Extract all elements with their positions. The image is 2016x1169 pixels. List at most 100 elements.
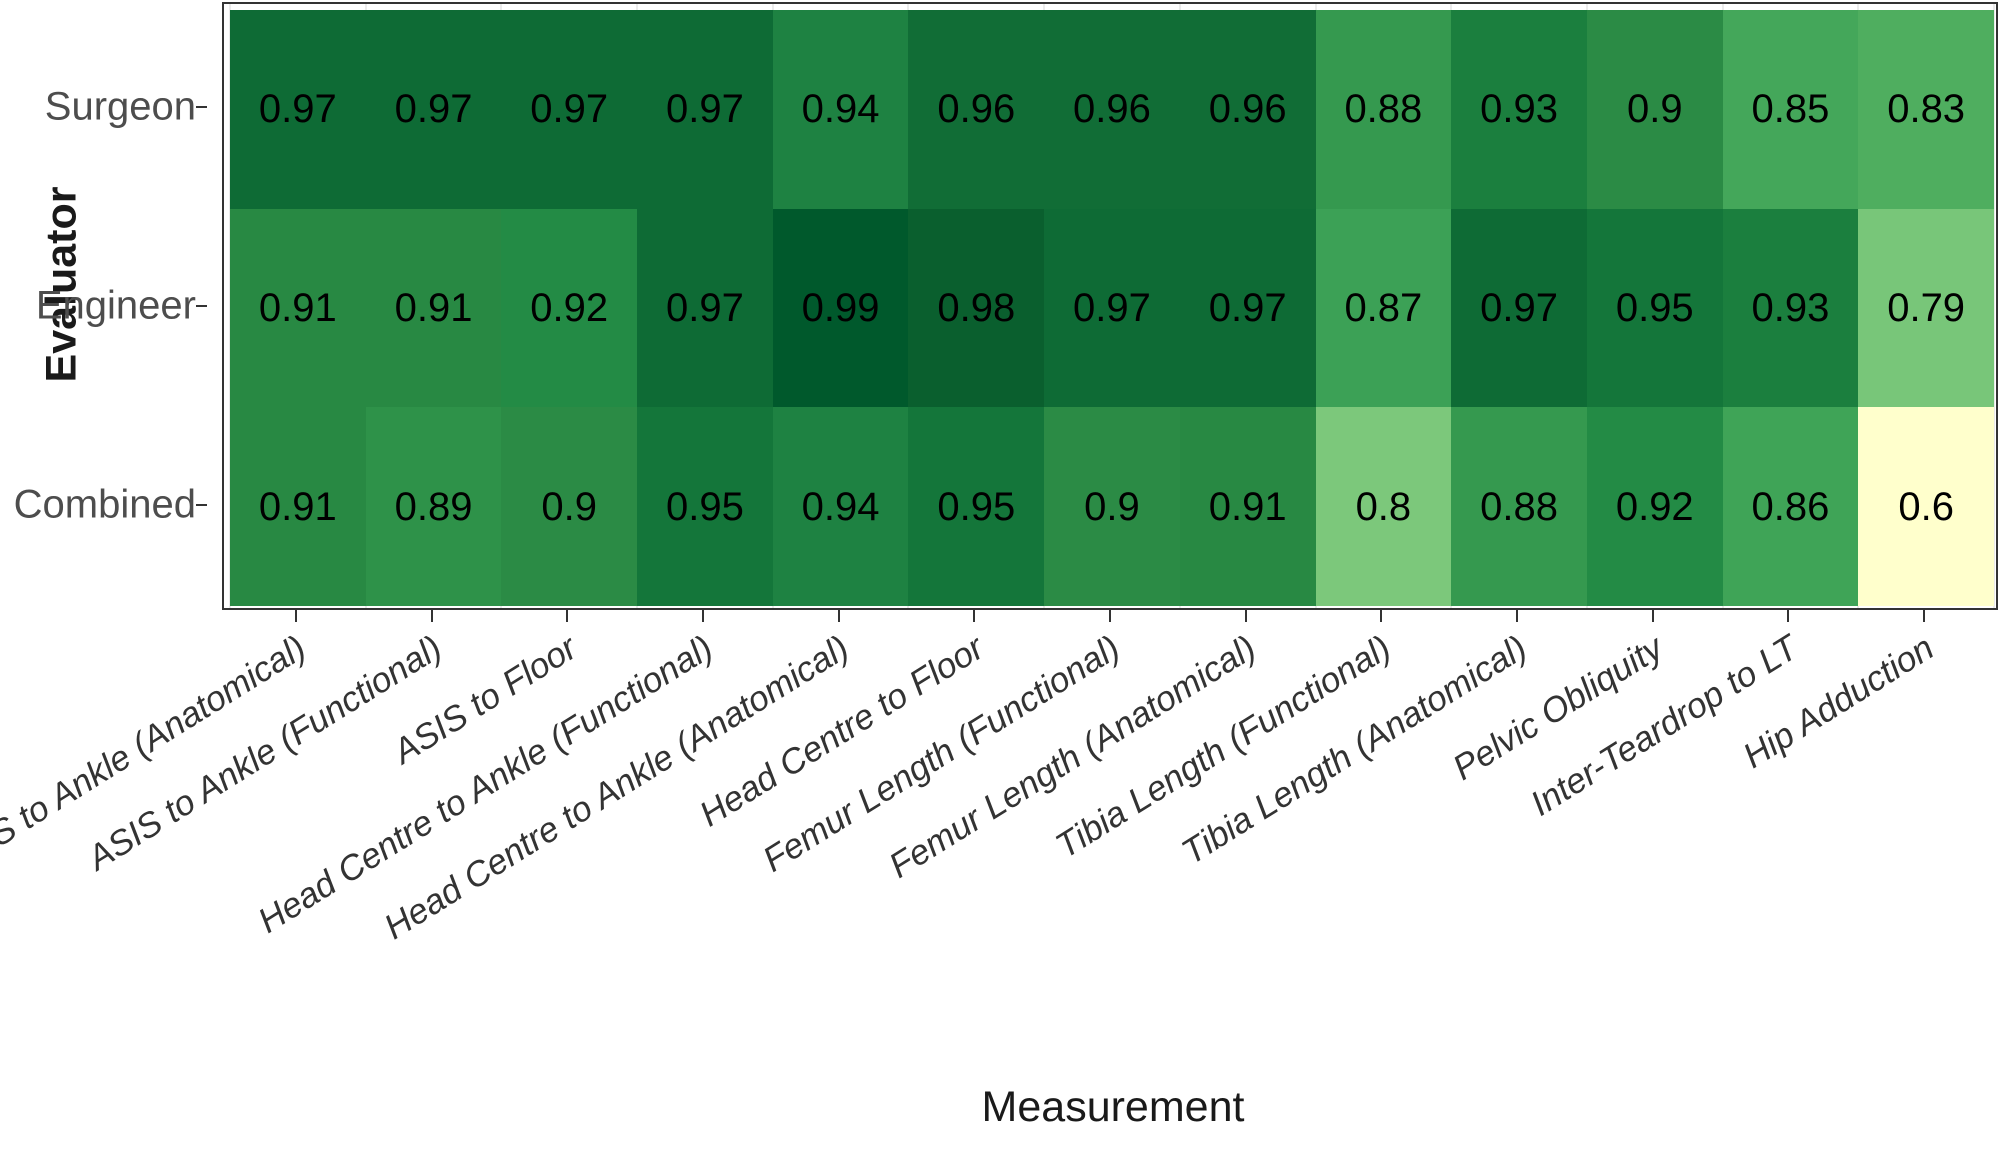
heatmap-cell-value: 0.83 <box>1887 87 1966 132</box>
heatmap-cell-value: 0.95 <box>937 484 1016 529</box>
heatmap-cell-value: 0.94 <box>801 484 880 529</box>
heatmap-cell-value: 0.93 <box>1751 285 1830 330</box>
heatmap-cell: 0.91 <box>230 208 366 408</box>
heatmap-cell: 0.8 <box>1315 407 1452 606</box>
heatmap-cell-value: 0.96 <box>1208 87 1287 132</box>
heatmap-cell: 0.97 <box>230 10 366 209</box>
heatmap-cell: 0.95 <box>1586 208 1723 408</box>
heatmap-cell-value: 0.97 <box>394 87 473 132</box>
heatmap-cell: 0.93 <box>1722 208 1859 408</box>
heatmap-cell-value: 0.91 <box>394 285 473 330</box>
heatmap-cell: 0.9 <box>1586 10 1723 209</box>
heatmap-cell-value: 0.91 <box>1208 484 1287 529</box>
heatmap-cell: 0.95 <box>637 407 773 606</box>
heatmap-cell-value: 0.85 <box>1751 87 1830 132</box>
heatmap-cell: 0.97 <box>637 208 773 408</box>
x-tick-mark <box>1787 610 1790 622</box>
heatmap-cell-value: 0.91 <box>258 484 337 529</box>
heatmap-cell-value: 0.97 <box>1208 285 1287 330</box>
heatmap-cell: 0.97 <box>1044 208 1180 408</box>
heatmap-cell: 0.91 <box>365 208 502 408</box>
heatmap-cell: 0.96 <box>1044 10 1180 209</box>
heatmap-cell: 0.89 <box>365 407 502 606</box>
heatmap-cell: 0.85 <box>1722 10 1859 209</box>
heatmap-cell: 0.99 <box>772 208 909 408</box>
heatmap-cell: 0.88 <box>1451 407 1587 606</box>
heatmap-cell: 0.92 <box>501 208 638 408</box>
heatmap-cell: 0.97 <box>1451 208 1587 408</box>
x-tick-mark <box>1109 610 1111 622</box>
heatmap-cell-value: 0.94 <box>801 87 880 132</box>
heatmap-cell-value: 0.91 <box>258 285 337 330</box>
heatmap-cell-value: 0.97 <box>665 285 744 330</box>
heatmap-cell: 0.6 <box>1858 407 1994 606</box>
x-tick-mark <box>1244 610 1247 622</box>
y-tick-label-combined: Combined <box>13 482 196 527</box>
heatmap-cell-value: 0.98 <box>937 285 1016 330</box>
x-tick-mark <box>1516 610 1519 622</box>
heatmap-cell-value: 0.92 <box>1615 484 1694 529</box>
heatmap-cell-value: 0.88 <box>1480 484 1558 529</box>
y-tick-mark <box>196 305 207 307</box>
heatmap-cell: 0.93 <box>1451 10 1587 209</box>
heatmap-cell: 0.97 <box>1179 208 1316 408</box>
heatmap-cell: 0.96 <box>908 10 1045 209</box>
heatmap-cell-value: 0.88 <box>1344 87 1423 132</box>
heatmap-cell: 0.95 <box>908 407 1045 606</box>
heatmap-cell-value: 0.92 <box>530 285 609 330</box>
heatmap-cell: 0.88 <box>1315 10 1452 209</box>
heatmap-cell-value: 0.99 <box>801 285 880 330</box>
heatmap-cell-value: 0.9 <box>1626 87 1683 132</box>
x-axis-title: Measurement <box>981 1083 1245 1131</box>
heatmap-cell: 0.83 <box>1858 10 1994 209</box>
x-tick-mark <box>1651 610 1654 622</box>
heatmap-cell: 0.96 <box>1179 10 1316 209</box>
heatmap-cell: 0.97 <box>501 10 638 209</box>
heatmap-figure: Evaluator Surgeon Engineer Combined 0.97 0.… <box>0 0 2016 1169</box>
heatmap-cell-value: 0.97 <box>258 87 337 132</box>
heatmap-cell-value: 0.93 <box>1480 87 1558 132</box>
heatmap-cell-value: 0.6 <box>1898 484 1954 529</box>
heatmap-cell-value: 0.97 <box>665 87 744 132</box>
heatmap-cell: 0.87 <box>1315 208 1452 408</box>
heatmap-cell: 0.91 <box>230 407 366 606</box>
x-tick-mark <box>1923 610 1926 622</box>
x-tick-mark <box>837 610 840 622</box>
heatmap-cell: 0.9 <box>501 407 638 606</box>
heatmap-cell: 0.79 <box>1858 208 1994 408</box>
x-tick-mark <box>430 610 433 622</box>
x-tick-mark <box>566 610 569 622</box>
heatmap-cell: 0.94 <box>772 10 909 209</box>
heatmap-cell-value: 0.89 <box>394 484 473 529</box>
heatmap-cell: 0.91 <box>1179 407 1316 606</box>
heatmap-cell-value: 0.79 <box>1887 285 1966 330</box>
x-tick-mark <box>294 610 297 622</box>
heatmap-cell-value: 0.8 <box>1355 484 1412 529</box>
y-axis-tick-labels: Surgeon Engineer Combined <box>0 2 207 610</box>
heatmap-cell-value: 0.87 <box>1344 285 1423 330</box>
heatmap-cell-value: 0.97 <box>1073 285 1151 330</box>
y-tick-mark <box>196 503 207 506</box>
x-tick-mark <box>1380 610 1383 622</box>
heatmap-cell: 0.97 <box>365 10 502 209</box>
x-tick-mark <box>701 610 704 622</box>
heatmap-cell: 0.94 <box>772 407 909 606</box>
heatmap-cell: 0.86 <box>1722 407 1859 606</box>
heatmap-cell-value: 0.96 <box>937 87 1016 132</box>
heatmap-cell: 0.9 <box>1044 407 1180 606</box>
heatmap-cell: 0.98 <box>908 208 1045 408</box>
heatmap-cell-value: 0.9 <box>1084 484 1140 529</box>
heatmap-cells: 0.97 0.97 0.97 0.97 0.94 0.96 0.96 0.96 0.88 0.93… <box>224 4 1996 608</box>
heatmap-cell-value: 0.97 <box>530 87 609 132</box>
heatmap-cell-value: 0.86 <box>1751 484 1830 529</box>
heatmap-cell: 0.92 <box>1586 407 1723 606</box>
heatmap-cell-value: 0.9 <box>541 484 598 529</box>
heatmap-cell: 0.97 <box>637 10 773 209</box>
plot-panel: 0.97 0.97 0.97 0.97 0.94 0.96 0.96 0.96 0.88 0.93… <box>222 2 1998 610</box>
heatmap-cell-value: 0.95 <box>665 484 744 529</box>
y-tick-label-surgeon: Surgeon <box>44 84 196 129</box>
heatmap-cell-value: 0.97 <box>1480 285 1558 330</box>
y-tick-mark <box>196 106 207 109</box>
x-tick-mark <box>973 610 976 622</box>
heatmap-cell-value: 0.95 <box>1615 285 1694 330</box>
